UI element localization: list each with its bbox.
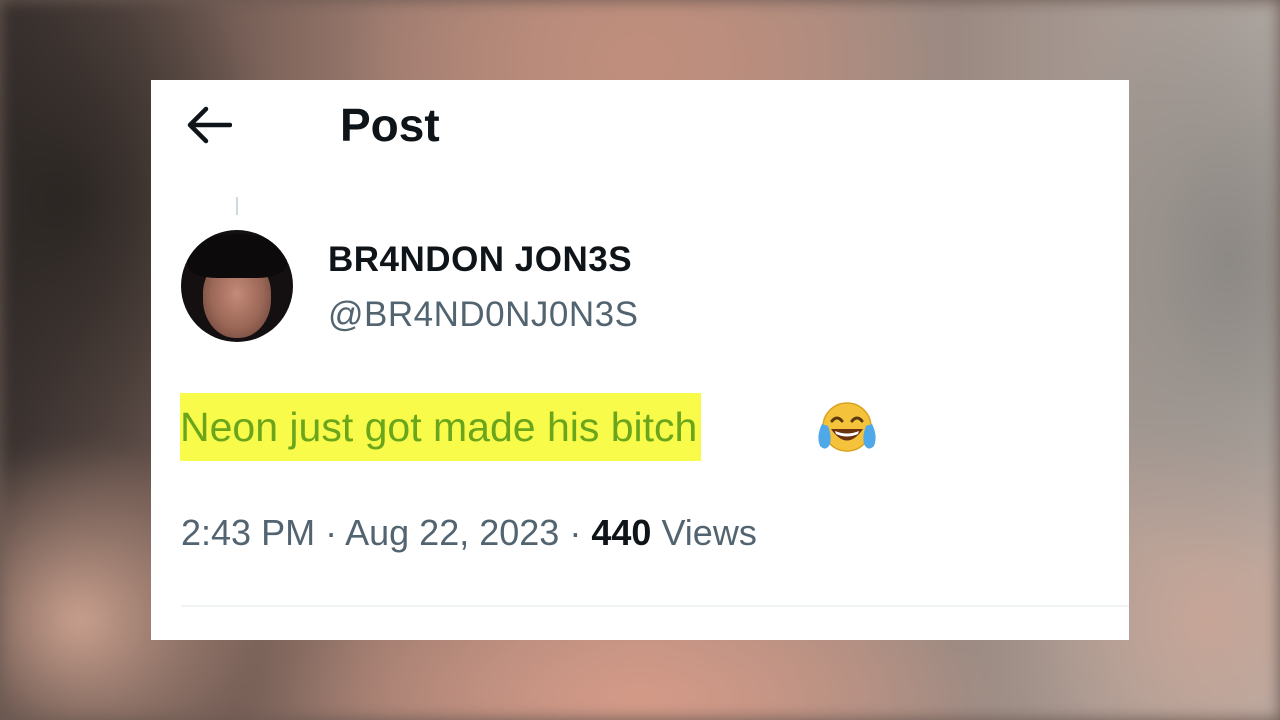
page-title: Post (340, 99, 440, 151)
thread-connector-line (236, 197, 238, 215)
meta-separator: · (325, 512, 338, 553)
author-handle[interactable]: @BR4ND0NJ0N3S (328, 293, 638, 337)
divider (181, 605, 1129, 607)
post-card (151, 80, 1129, 640)
avatar-hood (187, 234, 287, 278)
tweet-date: Aug 22, 2023 (345, 512, 560, 553)
tweet-meta: 2:43 PM · Aug 22, 2023 · 440 Views (181, 510, 757, 556)
meta-separator: · (569, 512, 582, 553)
avatar[interactable] (181, 230, 293, 342)
laughing-crying-emoji-icon (816, 400, 878, 458)
views-label[interactable]: Views (661, 512, 756, 553)
back-arrow-icon[interactable] (186, 104, 233, 146)
views-count[interactable]: 440 (591, 512, 651, 553)
author-display-name[interactable]: BR4NDON JON3S (328, 238, 632, 282)
tweet-time: 2:43 PM (181, 512, 316, 553)
tweet-text: Neon just got made his bitch (180, 393, 702, 461)
